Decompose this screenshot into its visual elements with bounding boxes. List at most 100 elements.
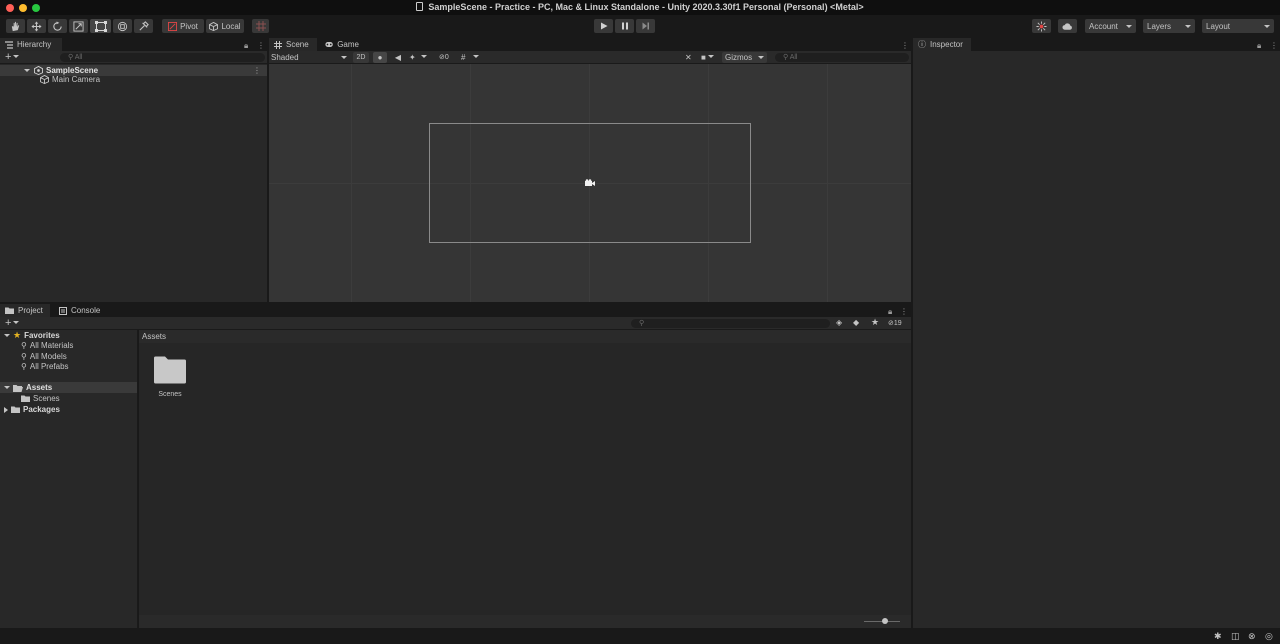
- collapse-arrow-icon: [4, 406, 8, 413]
- gizmos-dropdown[interactable]: Gizmos: [722, 52, 767, 63]
- search-icon: ⚲: [21, 362, 27, 371]
- step-button[interactable]: [636, 19, 655, 33]
- tab-scene[interactable]: Scene: [269, 38, 317, 51]
- shading-mode-label: Shaded: [271, 53, 299, 62]
- layers-dropdown[interactable]: Layers: [1143, 19, 1195, 33]
- auto-generate-lighting-icon[interactable]: ⊗: [1248, 631, 1256, 642]
- hidden-objects-toggle[interactable]: ⊘0: [439, 52, 459, 63]
- hierarchy-search-input[interactable]: ⚲ All: [60, 53, 265, 62]
- local-cube-icon: [209, 21, 219, 31]
- breadcrumb-assets[interactable]: Assets: [142, 332, 166, 341]
- console-tab-label: Console: [71, 306, 101, 315]
- tab-console[interactable]: Console: [54, 304, 106, 317]
- scene-view-toolbar: Shaded 2D ● ◀ ✦ ⊘0 # ✕ ■ Gizmos ⚲ All: [269, 51, 911, 64]
- expand-arrow-icon: [24, 69, 30, 72]
- assets-folder-row[interactable]: Assets: [0, 382, 137, 393]
- tab-inspector[interactable]: ⓘ Inspector: [913, 38, 971, 51]
- project-footer: [139, 615, 911, 628]
- pivot-icon: [168, 21, 178, 31]
- pivot-toggle-button[interactable]: Pivot: [162, 19, 204, 33]
- hierarchy-item-main-camera[interactable]: Main Camera: [40, 74, 100, 85]
- custom-tool-button[interactable]: [134, 19, 153, 33]
- assets-label: Assets: [26, 383, 53, 392]
- cloud-button[interactable]: [1058, 19, 1077, 33]
- grid-dropdown[interactable]: #: [461, 52, 487, 63]
- hidden-packages-count: 19: [893, 320, 902, 327]
- grid-snapping-button[interactable]: [252, 19, 269, 33]
- cloud-icon: [1062, 22, 1072, 30]
- scene-viewport[interactable]: [269, 64, 911, 302]
- hierarchy-subbar: + ⚲ All: [0, 51, 267, 64]
- panel-menu-icon[interactable]: ⋮: [900, 307, 908, 316]
- favorites-label: Favorites: [24, 331, 60, 340]
- scene-tab-label: Scene: [286, 40, 309, 49]
- grid-icon: #: [461, 53, 466, 62]
- rect-tool-button[interactable]: [90, 19, 111, 33]
- camera-gizmo-icon[interactable]: [584, 178, 596, 188]
- create-add-button[interactable]: +: [5, 51, 20, 63]
- tools-button[interactable]: ✕: [685, 52, 697, 63]
- scene-search-input[interactable]: ⚲ All: [775, 53, 909, 62]
- create-asset-button[interactable]: +: [5, 317, 20, 329]
- window-title: SampleScene - Practice - PC, Mac & Linux…: [0, 2, 1280, 12]
- tab-game[interactable]: Game: [320, 38, 364, 51]
- cache-server-icon[interactable]: ◫: [1231, 631, 1240, 642]
- info-icon: ⓘ: [918, 40, 926, 49]
- move-tool-button[interactable]: [27, 19, 46, 33]
- packages-folder-row[interactable]: Packages: [4, 404, 60, 415]
- local-toggle-button[interactable]: Local: [206, 19, 244, 33]
- search-icon: ⚲: [783, 54, 790, 61]
- shading-mode-dropdown[interactable]: Shaded: [271, 52, 349, 63]
- chevron-down-icon: [13, 321, 20, 324]
- tab-hierarchy[interactable]: Hierarchy: [0, 38, 62, 51]
- chevron-down-icon: [758, 56, 765, 59]
- favorite-star-icon[interactable]: ★: [871, 317, 879, 328]
- play-button[interactable]: [594, 19, 613, 33]
- transform-tool-button[interactable]: [113, 19, 132, 33]
- lock-icon[interactable]: 🔒︎: [888, 307, 892, 317]
- lock-icon[interactable]: 🔒︎: [1257, 41, 1261, 51]
- panel-menu-icon[interactable]: ⋮: [1270, 41, 1278, 50]
- pause-icon: [621, 22, 628, 30]
- document-icon: [416, 2, 424, 11]
- search-icon: ⚲: [639, 320, 645, 327]
- rotate-tool-button[interactable]: [48, 19, 67, 33]
- assets-child-label: Scenes: [33, 394, 60, 403]
- gizmos-label: Gizmos: [725, 53, 753, 62]
- account-dropdown[interactable]: Account: [1085, 19, 1136, 33]
- chevron-down-icon: [1185, 24, 1191, 28]
- asset-folder-tile[interactable]: Scenes: [149, 356, 191, 404]
- favorite-item[interactable]: ⚲ All Materials: [21, 340, 73, 351]
- favorite-item[interactable]: ⚲ All Prefabs: [21, 361, 69, 372]
- scene-menu-icon[interactable]: ⋮: [253, 66, 261, 75]
- panel-menu-icon[interactable]: ⋮: [257, 41, 265, 50]
- effects-dropdown[interactable]: ✦: [409, 52, 435, 63]
- audio-toggle-button[interactable]: ◀: [391, 52, 405, 63]
- panel-menu-icon[interactable]: ⋮: [901, 41, 909, 50]
- progress-check-icon[interactable]: ◎: [1265, 631, 1273, 642]
- scene-search-placeholder: All: [789, 54, 798, 61]
- layout-dropdown[interactable]: Layout: [1202, 19, 1274, 33]
- project-search-input[interactable]: ⚲: [631, 319, 830, 328]
- lock-icon[interactable]: 🔒︎: [244, 41, 248, 51]
- pause-button[interactable]: [615, 19, 634, 33]
- 2d-toggle-button[interactable]: 2D: [353, 52, 369, 63]
- search-by-type-icon[interactable]: ◈: [836, 318, 842, 327]
- hand-tool-button[interactable]: [6, 19, 25, 33]
- layers-label: Layers: [1147, 21, 1172, 31]
- project-panel-header: Project Console 🔒︎ ⋮ + ⚲ ◈ ◆ ★ ⊘19: [0, 304, 911, 330]
- assets-child-row[interactable]: Scenes: [21, 393, 60, 404]
- bug-icon[interactable]: ✱: [1214, 631, 1222, 642]
- collab-button[interactable]: [1032, 19, 1051, 33]
- lighting-toggle-button[interactable]: ●: [373, 52, 387, 63]
- project-tab-label: Project: [18, 306, 43, 315]
- tab-project[interactable]: Project: [0, 304, 50, 317]
- rotate-icon: [53, 20, 62, 31]
- folder-icon: [5, 307, 14, 314]
- camera-dropdown[interactable]: ■: [701, 52, 721, 63]
- label-tag-icon[interactable]: ◆: [853, 318, 859, 327]
- icon-size-slider-handle[interactable]: [882, 618, 888, 624]
- hidden-packages-toggle[interactable]: ⊘19: [888, 319, 902, 327]
- scale-tool-button[interactable]: [69, 19, 88, 33]
- inspector-tab-label: Inspector: [930, 40, 963, 49]
